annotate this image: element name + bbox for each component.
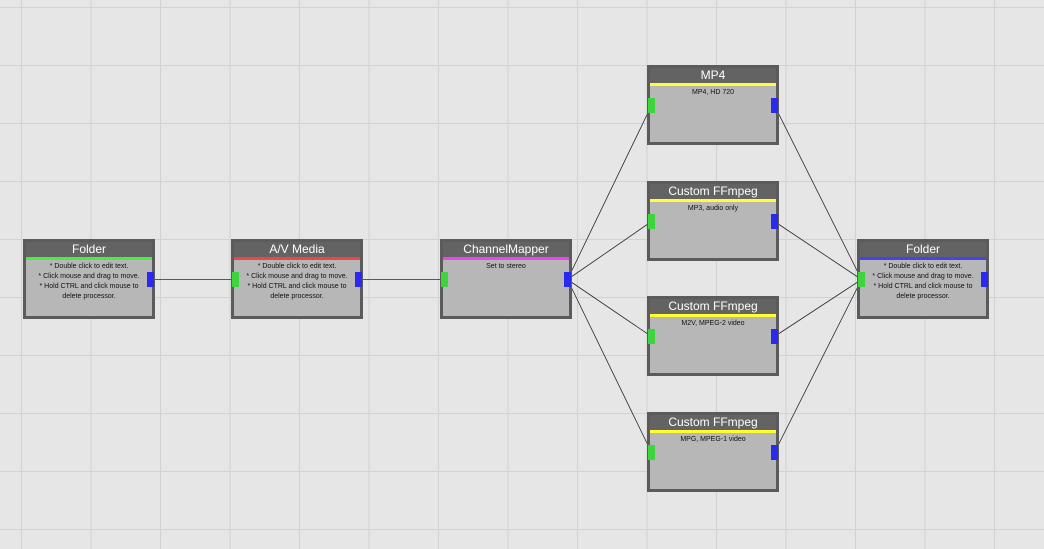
node-folder-input[interactable]: Folder * Double click to edit text. * Cl… (23, 239, 155, 319)
node-title: Custom FFmpeg (650, 415, 776, 430)
node-description: * Double click to edit text. * Click mou… (246, 263, 348, 300)
node-av-media[interactable]: A/V Media * Double click to edit text. *… (231, 239, 363, 319)
input-port[interactable] (648, 445, 655, 460)
output-port[interactable] (771, 445, 778, 460)
node-title: MP4 (650, 68, 776, 83)
output-port[interactable] (564, 272, 571, 287)
input-port[interactable] (858, 272, 865, 287)
node-custom-ffmpeg-mpg[interactable]: Custom FFmpeg MPG, MPEG-1 video (647, 412, 779, 492)
node-title: Folder (26, 242, 152, 257)
wire-ffmpeg_mpg-to-folder_out (774, 279, 862, 453)
wire-ffmpeg_m2v-to-folder_out (774, 279, 862, 337)
wire-mp4-to-folder_out (774, 105, 862, 280)
wire-channel_mapper-to-ffmpeg_mpg (567, 279, 652, 453)
output-port[interactable] (771, 329, 778, 344)
node-description: MPG, MPEG-1 video (680, 436, 746, 443)
node-title: A/V Media (234, 242, 360, 257)
node-mp4[interactable]: MP4 MP4, HD 720 (647, 65, 779, 145)
node-description: MP3, audio only (687, 205, 739, 212)
output-port[interactable] (981, 272, 988, 287)
output-port[interactable] (355, 272, 362, 287)
node-description: M2V, MPEG-2 video (681, 320, 745, 327)
output-port[interactable] (771, 98, 778, 113)
output-port[interactable] (147, 272, 154, 287)
output-port[interactable] (771, 214, 778, 229)
wire-channel_mapper-to-ffmpeg_m2v (567, 279, 652, 337)
input-port[interactable] (648, 329, 655, 344)
node-channel-mapper[interactable]: ChannelMapper Set to stereo (440, 239, 572, 319)
wire-channel_mapper-to-mp4 (567, 105, 652, 280)
node-description: Set to stereo (486, 263, 526, 270)
node-title: Custom FFmpeg (650, 184, 776, 199)
node-title: ChannelMapper (443, 242, 569, 257)
input-port[interactable] (648, 98, 655, 113)
node-folder-output[interactable]: Folder * Double click to edit text. * Cl… (857, 239, 989, 319)
input-port[interactable] (441, 272, 448, 287)
node-title: Folder (860, 242, 986, 257)
node-title: Custom FFmpeg (650, 299, 776, 314)
wire-channel_mapper-to-ffmpeg_mp3 (567, 221, 652, 280)
wire-ffmpeg_mp3-to-folder_out (774, 221, 862, 280)
input-port[interactable] (648, 214, 655, 229)
node-description: * Double click to edit text. * Click mou… (872, 263, 974, 300)
node-custom-ffmpeg-m2v[interactable]: Custom FFmpeg M2V, MPEG-2 video (647, 296, 779, 376)
node-description: * Double click to edit text. * Click mou… (38, 263, 140, 300)
node-custom-ffmpeg-mp3[interactable]: Custom FFmpeg MP3, audio only (647, 181, 779, 261)
input-port[interactable] (232, 272, 239, 287)
node-description: MP4, HD 720 (691, 89, 735, 96)
